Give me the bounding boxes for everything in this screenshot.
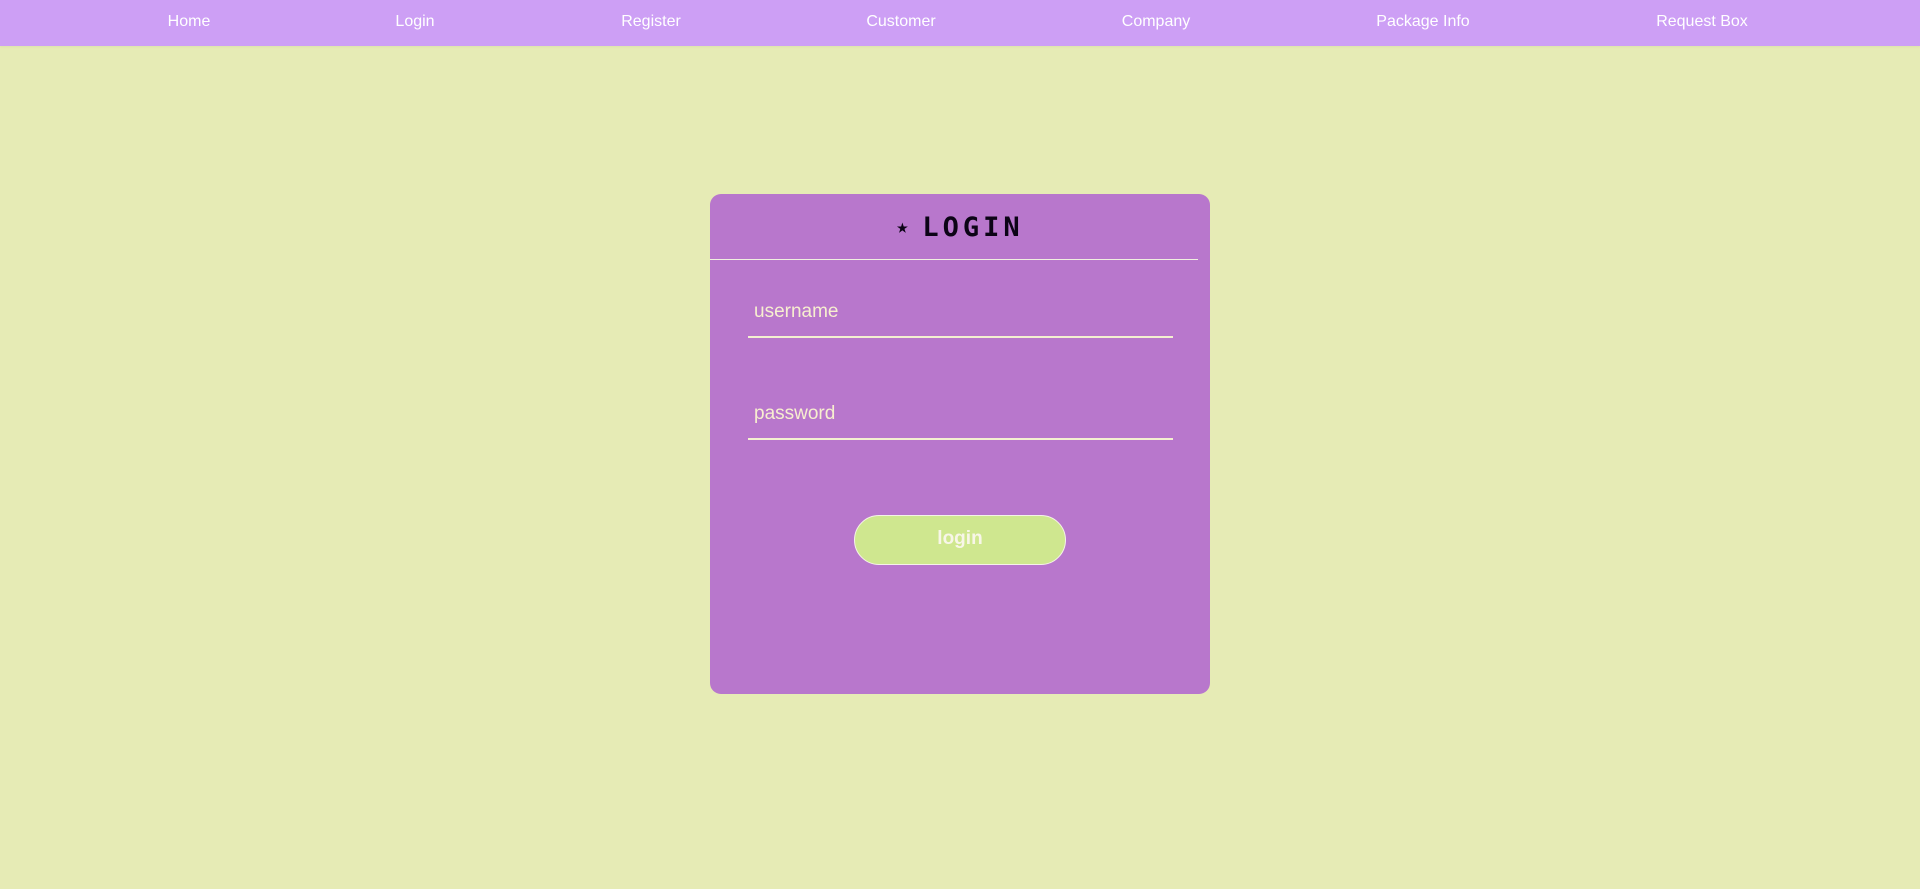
nav-item-register[interactable]: Register (621, 0, 681, 46)
username-input[interactable] (748, 288, 1173, 336)
nav-item-package-info[interactable]: Package Info (1376, 0, 1469, 46)
login-button[interactable]: login (854, 515, 1066, 565)
login-card: ★ LOGIN (710, 194, 1210, 694)
nav-item-login[interactable]: Login (395, 0, 434, 46)
nav-list: Home Login Register Customer Company Pac… (0, 0, 1920, 46)
password-input[interactable] (748, 390, 1173, 438)
star-icon: ★ (896, 214, 913, 238)
nav-item-request-box[interactable]: Request Box (1656, 0, 1748, 46)
nav-item-customer[interactable]: Customer (866, 0, 935, 46)
nav-item-company[interactable]: Company (1122, 0, 1190, 46)
login-title: ★ LOGIN (710, 212, 1210, 243)
username-field (748, 288, 1173, 338)
nav-item-home[interactable]: Home (168, 0, 211, 46)
password-field (748, 390, 1173, 440)
login-title-text: LOGIN (922, 212, 1024, 243)
top-navigation: Home Login Register Customer Company Pac… (0, 0, 1920, 46)
